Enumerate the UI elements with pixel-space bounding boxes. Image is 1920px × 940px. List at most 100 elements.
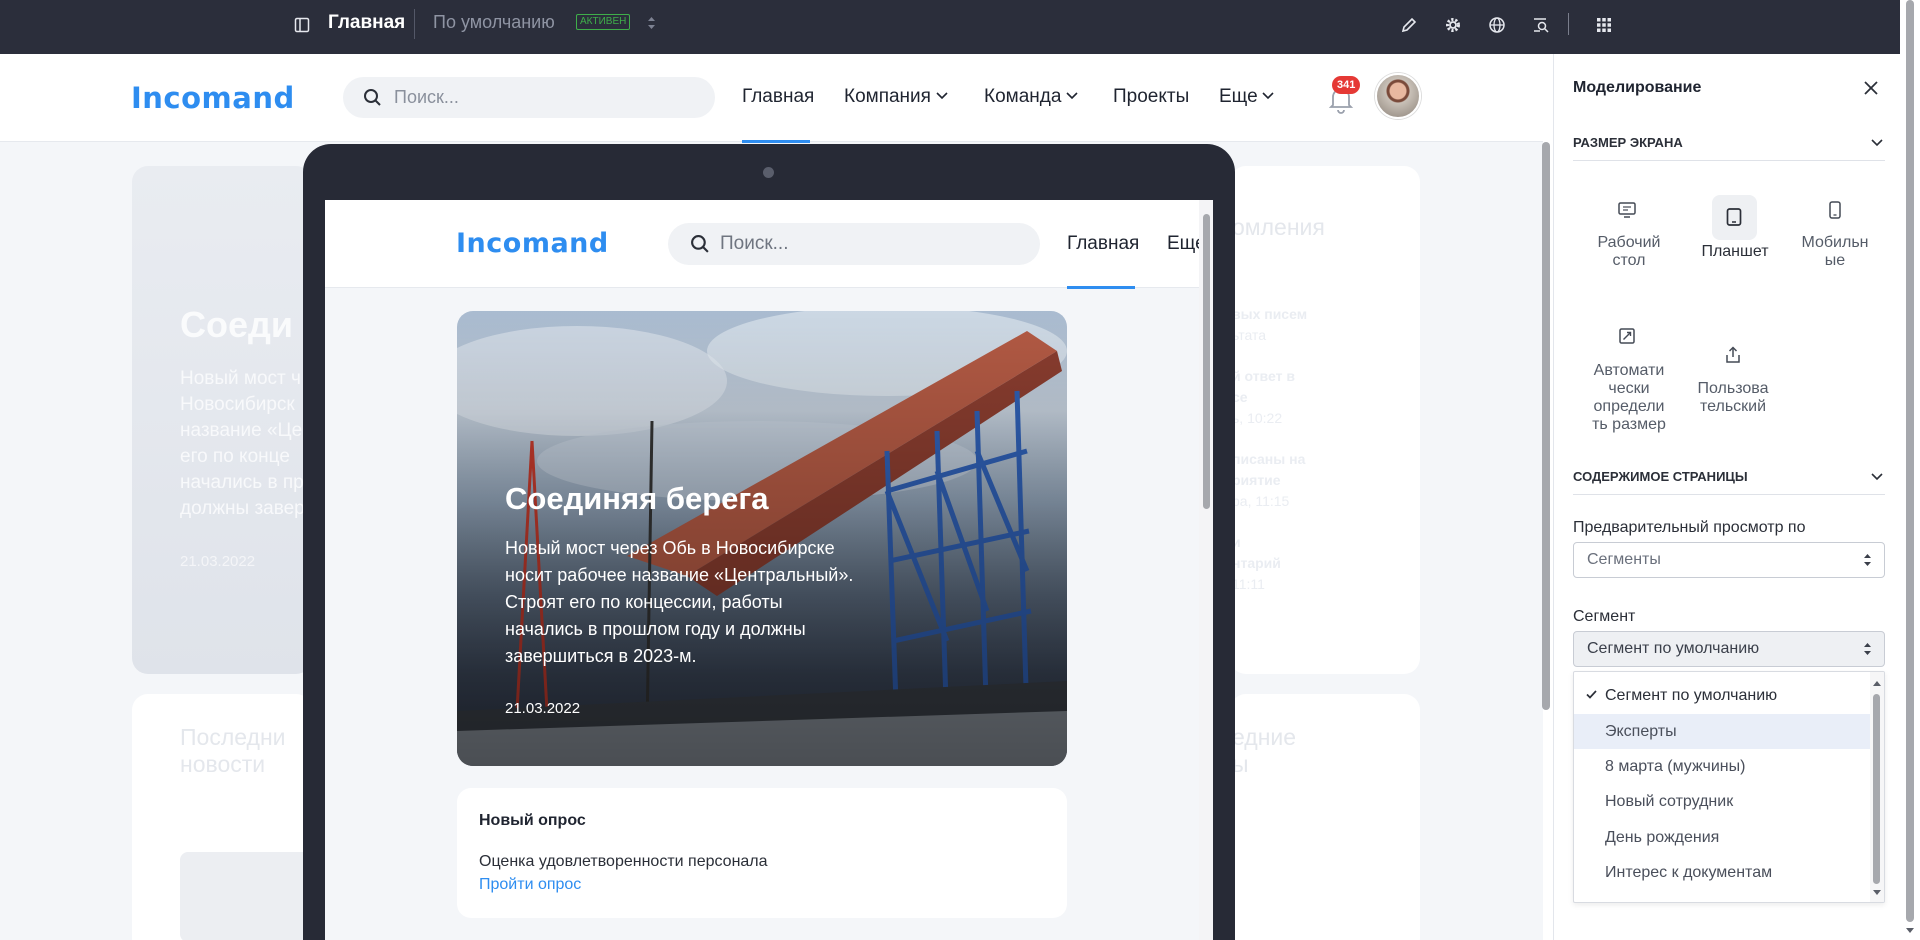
desktop-icon <box>1618 202 1636 218</box>
hero-text-line: носит рабочее название «Центральный». <box>505 565 854 585</box>
dropdown-scrollbar-thumb[interactable] <box>1873 694 1880 884</box>
content-section-header[interactable]: СОДЕРЖИМОЕ СТРАНИЦЫ <box>1573 468 1885 495</box>
bg-notif-text: вых писем <box>1232 306 1308 322</box>
nav-item-company[interactable]: Компания <box>844 86 931 108</box>
preview-nav-home[interactable]: Главная <box>1067 233 1139 255</box>
poll-description: Оценка удовлетворенности персонала <box>479 853 768 870</box>
preview-hero-date: 21.03.2022 <box>505 700 581 717</box>
toolbar-divider <box>1568 13 1569 35</box>
bg-notif-text: 11:11 <box>1232 576 1265 592</box>
bg-notif-text: ь, 10:22 <box>1232 410 1283 426</box>
option-label: Сегмент по умолчанию <box>1605 687 1778 704</box>
preview-hero-text: Новый мост через Обь в Новосибирске носи… <box>505 535 853 670</box>
hero-text-line: завершиться в 2023-м. <box>505 646 697 666</box>
bg-latest-news-line2: новости <box>180 751 266 777</box>
preview-hero-title: Соединяя берега <box>505 481 769 516</box>
preview-scrollbar-thumb[interactable] <box>1203 214 1210 509</box>
device-tablet[interactable]: Планшет <box>1686 194 1776 286</box>
bg-news-image <box>180 852 310 940</box>
globe-icon[interactable] <box>1485 13 1509 37</box>
option-label: Новый сотрудник <box>1605 793 1734 810</box>
preview-scrollbar[interactable] <box>1199 200 1213 940</box>
preview-search-box[interactable]: Поиск... <box>668 223 1040 265</box>
editor-toolbar: Главная По умолчанию АКТИВЕН <box>0 0 1920 54</box>
sidebar-toggle-icon[interactable] <box>292 15 312 35</box>
site-logo[interactable]: Incomand <box>131 81 295 115</box>
bg-hero-line: начались в пр <box>180 472 304 493</box>
site-canvas: Incomand Поиск... Главная Компания Коман… <box>0 54 1543 940</box>
segment-option-birthday[interactable]: День рождения <box>1574 820 1871 855</box>
page-title[interactable]: Главная <box>328 12 405 34</box>
panel-title: Моделирование <box>1573 79 1702 96</box>
preview-search-icon[interactable] <box>1529 13 1553 37</box>
segment-option-default[interactable]: Сегмент по умолчанию <box>1574 678 1871 713</box>
bg-notif-text: ра, 11:15 <box>1232 493 1290 509</box>
option-label: Эксперты <box>1605 723 1677 740</box>
device-desktop[interactable]: Рабочий стол <box>1588 194 1670 286</box>
bg-notif-text: писаны на <box>1232 451 1306 467</box>
bg-notif-text: и <box>1232 534 1241 550</box>
chevron-down-icon <box>1066 92 1078 100</box>
nav-item-projects[interactable]: Проекты <box>1113 86 1189 108</box>
scroll-down-icon[interactable] <box>1906 928 1914 934</box>
apps-grid-icon[interactable] <box>1592 13 1616 37</box>
tablet-icon <box>1726 208 1742 226</box>
bg-hero-title: Соеди <box>180 304 293 345</box>
scroll-down-icon[interactable] <box>1873 890 1881 896</box>
page-scrollbar-thumb[interactable] <box>1542 142 1550 710</box>
bg-notif-text: риятие <box>1232 472 1281 488</box>
screen-size-section-header[interactable]: РАЗМЕР ЭКРАНА <box>1573 134 1885 161</box>
bg-hero-line: его по конце <box>180 446 290 467</box>
search-icon <box>690 234 710 254</box>
bg-latest-news-line1: Последни <box>180 724 286 750</box>
tablet-camera <box>763 167 774 178</box>
device-label: Планшет <box>1701 243 1769 260</box>
hero-text-line: Новый мост через Обь в Новосибирске <box>505 538 835 558</box>
share-icon <box>1724 346 1742 364</box>
preview-poll-card: Новый опрос Оценка удовлетворенности пер… <box>457 788 1067 918</box>
segment-select[interactable]: Сегмент по умолчанию <box>1573 631 1885 667</box>
device-label: Рабочий стол <box>1597 234 1661 269</box>
sort-arrows-icon[interactable] <box>645 14 657 32</box>
bg-notif-text: нтарий <box>1232 555 1281 571</box>
segment-label: Сегмент <box>1573 608 1636 625</box>
window-scrollbar-thumb[interactable] <box>1906 0 1914 922</box>
bg-hero-line: должны завер <box>180 498 305 519</box>
preview-by-select[interactable]: Сегменты <box>1573 542 1885 578</box>
site-search-box[interactable]: Поиск... <box>343 77 715 118</box>
avatar[interactable] <box>1375 73 1421 119</box>
preview-logo[interactable]: Incomand <box>456 228 609 259</box>
section-title: СОДЕРЖИМОЕ СТРАНИЦЫ <box>1573 469 1748 484</box>
segment-option-march8[interactable]: 8 марта (мужчины) <box>1574 749 1871 784</box>
window-scrollbar[interactable] <box>1900 0 1920 940</box>
notification-badge: 341 <box>1332 76 1361 94</box>
device-custom[interactable]: Пользова тельский <box>1692 344 1774 424</box>
bg-notif-text: ьтата <box>1232 327 1266 343</box>
dropdown-scrollbar[interactable] <box>1870 672 1884 902</box>
section-title: РАЗМЕР ЭКРАНА <box>1573 135 1683 150</box>
device-auto-size[interactable]: Автомати чески определи ть размер <box>1588 326 1670 436</box>
preview-hero-card[interactable]: Соединяя берега Новый мост через Обь в Н… <box>457 311 1067 766</box>
scroll-up-icon[interactable] <box>1873 680 1881 686</box>
nav-item-more[interactable]: Еще <box>1219 86 1258 108</box>
nav-item-team[interactable]: Команда <box>984 86 1061 108</box>
mobile-icon <box>1828 201 1842 219</box>
select-value: Сегменты <box>1587 551 1661 568</box>
variant-selector[interactable]: По умолчанию <box>433 12 555 33</box>
bg-hero-line: название «Це <box>180 420 303 441</box>
take-poll-link[interactable]: Пройти опрос <box>479 876 581 894</box>
close-icon[interactable] <box>1861 78 1881 98</box>
segment-option-experts[interactable]: Эксперты <box>1574 714 1871 749</box>
nav-item-home[interactable]: Главная <box>742 86 814 108</box>
toolbar-divider <box>414 9 415 39</box>
gear-icon[interactable] <box>1441 13 1465 37</box>
segment-option-documents[interactable]: Интерес к документам <box>1574 855 1871 890</box>
segment-dropdown: Сегмент по умолчанию Эксперты 8 марта (м… <box>1573 671 1885 903</box>
bg-latest-right-line1: едние <box>1232 724 1297 750</box>
device-label: Пользова тельский <box>1697 380 1769 415</box>
bg-hero-line: Новосибирск <box>180 394 295 415</box>
chevron-down-icon <box>1871 139 1883 147</box>
pencil-icon[interactable] <box>1397 13 1421 37</box>
device-mobile[interactable]: Мобильн ые <box>1794 194 1876 286</box>
segment-option-new-employee[interactable]: Новый сотрудник <box>1574 784 1871 819</box>
